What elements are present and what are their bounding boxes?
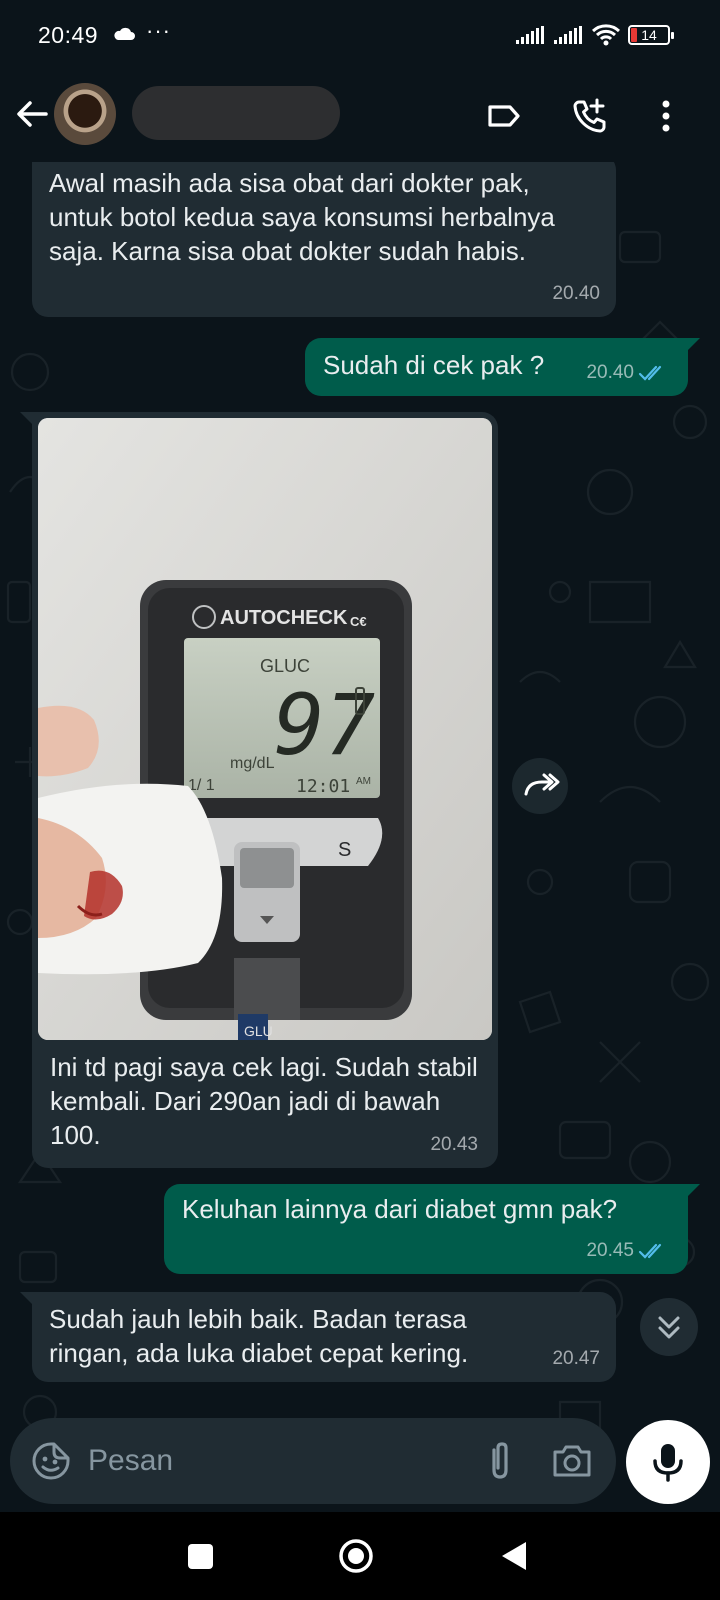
- contact-avatar[interactable]: [54, 83, 116, 145]
- message-time: 20.40: [586, 362, 634, 383]
- message-incoming-image[interactable]: AUTOCHECK C€ GLUC 97 mg/dL 1/ 1 12:01 AM…: [20, 412, 498, 1168]
- meter-clock: 12:01: [296, 776, 350, 797]
- message-incoming[interactable]: Awal masih ada sisa obat dari dokter pak…: [32, 162, 616, 317]
- double-check-read-icon: [638, 365, 662, 381]
- bubble-tail: [686, 338, 700, 352]
- message-text: Awal masih ada sisa obat dari dokter pak…: [49, 168, 555, 266]
- paperclip-icon[interactable]: [480, 1440, 520, 1482]
- bubble-tail: [20, 1292, 34, 1306]
- message-time: 20.43: [430, 1134, 478, 1155]
- chat-area[interactable]: Awal masih ada sisa obat dari dokter pak…: [0, 162, 720, 1482]
- message-meta: 20.45: [586, 1234, 668, 1268]
- message-incoming[interactable]: Sudah jauh lebih baik. Badan terasa ring…: [20, 1292, 616, 1382]
- message-outgoing[interactable]: Sudah di cek pak ? 20.40: [305, 338, 700, 396]
- wifi-icon: [592, 24, 620, 46]
- bubble-tail: [20, 412, 34, 426]
- status-time: 20:49: [38, 22, 99, 48]
- recents-button[interactable]: [188, 1544, 213, 1569]
- message-time: 20.47: [552, 1348, 600, 1369]
- double-chevron-down-icon: [658, 1316, 680, 1339]
- meter-brand: AUTOCHECK: [220, 607, 348, 629]
- back-triangle-button[interactable]: [500, 1540, 528, 1572]
- contact-name-redacted[interactable]: [132, 86, 340, 140]
- meter-label: GLUC: [260, 656, 310, 676]
- battery-level: 14: [641, 27, 657, 43]
- glucose-meter-photo: AUTOCHECK C€ GLUC 97 mg/dL 1/ 1 12:01 AM…: [38, 418, 492, 1040]
- message-caption: Ini td pagi saya cek lagi. Sudah stabil …: [50, 1052, 478, 1150]
- battery-icon: 14: [628, 25, 674, 45]
- status-indicators: 14: [516, 24, 674, 46]
- message-composer: [10, 1418, 616, 1504]
- scroll-to-bottom-button[interactable]: [640, 1298, 698, 1356]
- camera-icon[interactable]: [550, 1440, 594, 1482]
- meter-unit: mg/dL: [230, 755, 275, 772]
- message-outgoing[interactable]: Keluhan lainnya dari diabet gmn pak? 20.…: [164, 1184, 700, 1274]
- signal-icon: [516, 26, 544, 44]
- microphone-icon: [653, 1444, 683, 1482]
- arrow-left-icon[interactable]: [12, 94, 52, 134]
- voice-message-button[interactable]: [626, 1420, 710, 1504]
- meter-button-label: S: [338, 839, 351, 861]
- meter-strip-label: GLU: [244, 1023, 273, 1039]
- add-call-icon[interactable]: [570, 96, 610, 136]
- meter-ampm: AM: [356, 776, 371, 787]
- more-vert-icon[interactable]: [646, 96, 686, 136]
- meter-reading: 97: [274, 676, 375, 774]
- bubble-tail: [686, 1184, 700, 1198]
- message-time: 20.40: [552, 283, 600, 304]
- status-bar: 20:49 ··· 14: [0, 0, 720, 72]
- double-check-read-icon: [638, 1243, 662, 1259]
- message-photo[interactable]: AUTOCHECK C€ GLUC 97 mg/dL 1/ 1 12:01 AM…: [38, 418, 492, 1040]
- forward-button[interactable]: [512, 758, 568, 814]
- meter-brand-suffix: C€: [350, 614, 367, 629]
- status-more-dots: ···: [146, 18, 171, 43]
- cloud-icon: [114, 27, 135, 40]
- chat-header: [0, 72, 720, 162]
- system-navigation-bar: [0, 1512, 720, 1600]
- message-text: Sudah di cek pak ?: [323, 350, 545, 380]
- message-time: 20.45: [586, 1240, 634, 1261]
- label-tag-icon[interactable]: [484, 96, 524, 136]
- signal-icon-2: [554, 26, 582, 44]
- message-meta: 20.40: [586, 356, 668, 390]
- message-text: Sudah jauh lebih baik. Badan terasa ring…: [49, 1304, 469, 1368]
- sticker-emoji-icon[interactable]: [30, 1440, 72, 1482]
- message-text: Keluhan lainnya dari diabet gmn pak?: [182, 1194, 618, 1224]
- message-input[interactable]: [88, 1438, 468, 1484]
- home-button[interactable]: [338, 1538, 374, 1574]
- forward-icon: [524, 773, 560, 796]
